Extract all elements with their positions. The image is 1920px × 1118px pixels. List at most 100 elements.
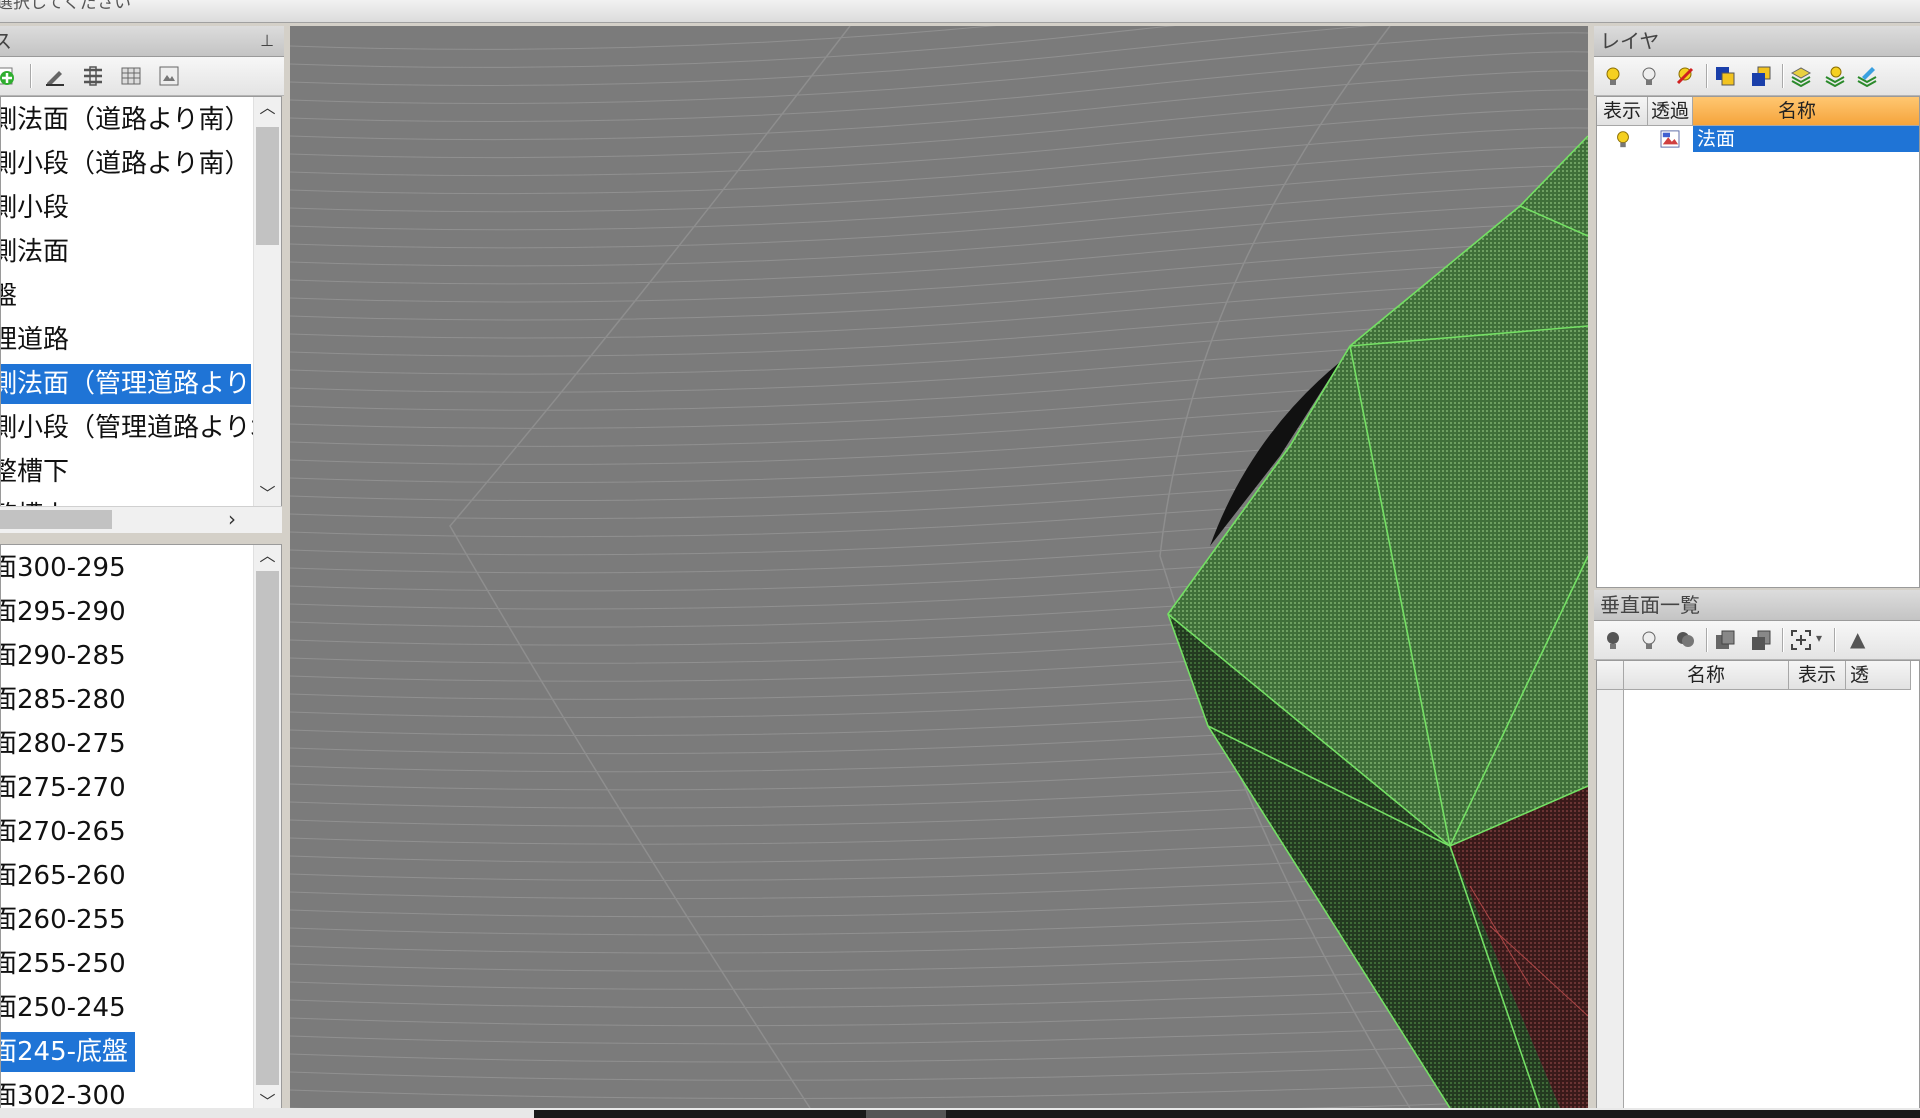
fit-icon[interactable] — [1790, 629, 1812, 651]
col-name-header[interactable]: 名称 — [1693, 97, 1919, 126]
vertical-grid[interactable]: 名称 表示 透 — [1596, 660, 1920, 1118]
bulb-on-icon[interactable] — [1602, 629, 1624, 651]
right-panel: レイヤ 表示 透過 名称 法面 垂直面一覧 ▾ ▲ 名称 表示 透 — [1594, 26, 1920, 1118]
left-panel: ス ⊥ 側法面（道路より南）側小段（道路より南）側小段側法面盤理道路側法面（管理… — [0, 26, 284, 1112]
contour-line — [290, 32, 1588, 104]
list-item[interactable]: 面300-295 — [1, 548, 135, 588]
list-item[interactable]: 理道路 — [1, 320, 251, 360]
contour-line — [290, 1096, 1588, 1108]
contour-line — [290, 26, 1373, 86]
contour-line — [290, 203, 1588, 267]
lower-surface-list[interactable]: 面300-295 面295-290 面290-285 面285-280 面280-275… — [0, 544, 282, 1112]
layers-edit-icon[interactable] — [1856, 65, 1878, 87]
layers-icon[interactable] — [1790, 65, 1812, 87]
list-item[interactable]: 側法面（管理道路より北） — [1, 364, 281, 404]
contour-line — [290, 184, 1588, 249]
list-item[interactable]: 面295-290 — [1, 592, 135, 632]
hscroll-thumb[interactable] — [0, 510, 112, 529]
status-bar: 選択してください — [0, 0, 1920, 23]
list-item[interactable]: 整槽下 — [1, 452, 251, 492]
pin-icon[interactable]: ⊥ — [260, 26, 274, 56]
table-icon[interactable] — [120, 65, 142, 87]
list-icon[interactable] — [82, 65, 104, 87]
bulb-on-icon[interactable] — [1602, 65, 1624, 87]
status-text: 選択してください — [0, 0, 131, 13]
upper-layer-list[interactable]: 側法面（道路より南）側小段（道路より南）側小段側法面盤理道路側法面（管理道路より… — [0, 96, 282, 508]
contour-line — [290, 1039, 1588, 1063]
list-item[interactable]: 面250-245 — [1, 988, 135, 1028]
vertical-toolbar: ▾ ▲ — [1594, 621, 1920, 660]
left-toolbar — [0, 57, 284, 96]
list-item[interactable]: 面270-265 — [1, 812, 135, 852]
layer-row[interactable]: 法面 — [1597, 126, 1919, 152]
scroll-right-icon[interactable]: › — [228, 507, 236, 531]
list-item[interactable]: 面265-260 — [1, 856, 135, 896]
layer-paste-icon[interactable] — [1750, 65, 1772, 87]
viewport-canvas[interactable] — [290, 26, 1588, 1108]
scroll-down-icon[interactable]: ﹀ — [254, 483, 281, 505]
list-item[interactable]: 側法面 — [1, 232, 251, 272]
list-item[interactable]: 側法面（道路より南） — [1, 100, 251, 140]
layer-copy-icon[interactable] — [1714, 65, 1736, 87]
col-show-header[interactable]: 表示 — [1597, 97, 1648, 126]
bulb-off-icon[interactable] — [1638, 629, 1660, 651]
lower-list-scrollbar[interactable]: ︿ ﹀ — [253, 545, 281, 1112]
vertical-panel-header: 垂直面一覧 — [1594, 590, 1920, 621]
paste-icon[interactable] — [1750, 629, 1772, 651]
contour-line — [290, 146, 1588, 213]
row-header-corner — [1597, 661, 1624, 690]
list-item[interactable]: 面275-270 — [1, 768, 135, 808]
layer-image-icon[interactable] — [1660, 130, 1680, 148]
contour-line — [290, 89, 1588, 159]
list-item[interactable]: 面255-250 — [1, 944, 135, 984]
edit-icon[interactable] — [44, 65, 66, 87]
left-panel-title: ス — [0, 29, 12, 53]
list-item[interactable]: 面290-285 — [1, 636, 135, 676]
contour-line — [290, 1020, 1588, 1045]
layer-panel-title: レイヤ — [1600, 29, 1660, 53]
left-panel-header: ス ⊥ — [0, 26, 284, 57]
list-item[interactable]: 盤 — [1, 276, 251, 316]
col-name-header[interactable]: 名称 — [1624, 661, 1789, 690]
layer-grid[interactable]: 表示 透過 名称 法面 — [1596, 96, 1920, 588]
contour-line — [290, 51, 1588, 123]
list-item[interactable]: 面285-280 — [1, 680, 135, 720]
layer-panel-header: レイヤ — [1594, 26, 1920, 57]
bulb-off-icon[interactable] — [1638, 65, 1660, 87]
copy-icon[interactable] — [1714, 629, 1736, 651]
list-item[interactable]: 面280-275 — [1, 724, 135, 764]
layers-light-icon[interactable] — [1824, 65, 1846, 87]
scroll-up-icon[interactable]: ︿ — [254, 545, 281, 567]
scroll-thumb[interactable] — [256, 127, 279, 245]
list-item[interactable]: 側小段（道路より南） — [1, 144, 251, 184]
layer-toolbar — [1594, 57, 1920, 96]
col-show-header[interactable]: 表示 — [1789, 661, 1846, 690]
bulb-toggle-icon[interactable] — [1674, 629, 1696, 651]
add-icon[interactable] — [0, 65, 16, 87]
vertical-panel-title: 垂直面一覧 — [1600, 593, 1700, 617]
scroll-thumb[interactable] — [256, 571, 279, 1085]
list-item[interactable]: 側小段（管理道路より北） — [1, 408, 281, 448]
taskbar-strip — [0, 1108, 1920, 1118]
scroll-up-icon[interactable]: ︿ — [254, 97, 281, 119]
image-icon[interactable] — [158, 65, 180, 87]
contour-line — [290, 222, 1588, 285]
contour-line — [290, 108, 1588, 177]
dropdown-icon[interactable]: ▾ — [1816, 631, 1822, 645]
3d-viewport[interactable] — [290, 26, 1588, 1108]
contour-line — [290, 1058, 1588, 1081]
row-header-column — [1597, 690, 1624, 1118]
up-icon[interactable]: ▲ — [1850, 627, 1865, 651]
list-item[interactable]: 面260-255 — [1, 900, 135, 940]
layer-name[interactable]: 法面 — [1693, 126, 1919, 152]
list-item[interactable]: 側小段 — [1, 188, 251, 228]
upper-list-hscrollbar[interactable]: › — [0, 506, 282, 533]
col-transparent-header[interactable]: 透過 — [1648, 97, 1693, 126]
bulb-toggle-icon[interactable] — [1674, 65, 1696, 87]
bulb-on-icon[interactable] — [1613, 129, 1633, 149]
upper-list-scrollbar[interactable]: ︿ ﹀ — [253, 97, 281, 507]
col-transparent-header[interactable]: 透 — [1846, 661, 1911, 690]
contour-line — [290, 127, 1588, 195]
list-item[interactable]: 面245-底盤 — [1, 1032, 135, 1072]
list-item[interactable]: 面302-300 — [1, 1076, 135, 1112]
